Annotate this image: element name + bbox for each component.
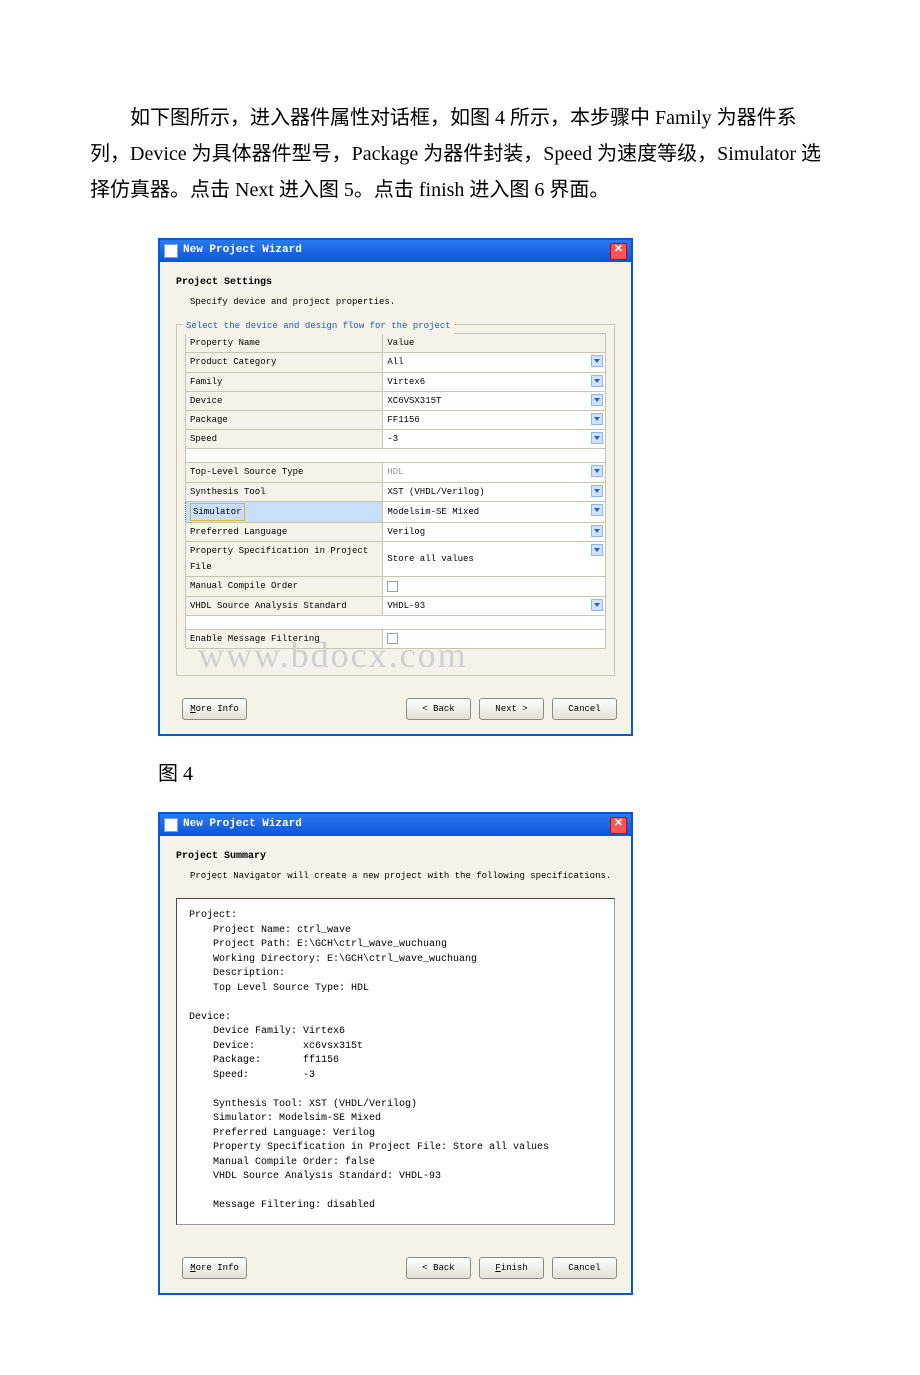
simulator-dropdown[interactable]: Modelsim-SE Mixed	[383, 501, 606, 522]
prop-label: Synthesis Tool	[186, 482, 383, 501]
back-button[interactable]: < Back	[406, 1257, 471, 1279]
page-subheading: Project Navigator will create a new proj…	[190, 868, 615, 884]
close-icon[interactable]: ✕	[610, 817, 627, 834]
prop-label: Simulator	[186, 501, 383, 522]
row-source-type: Top-Level Source TypeHDL	[186, 463, 606, 482]
prop-label: Product Category	[186, 353, 383, 372]
wizard-icon	[164, 818, 178, 832]
package-dropdown[interactable]: FF1156	[383, 410, 606, 429]
prop-label: Family	[186, 372, 383, 391]
finish-button[interactable]: Finish	[479, 1257, 544, 1279]
project-summary-dialog: New Project Wizard ✕ Project Summary Pro…	[158, 812, 633, 1295]
row-synthesis-tool: Synthesis ToolXST (VHDL/Verilog)	[186, 482, 606, 501]
prop-label: Package	[186, 410, 383, 429]
page-heading: Project Settings	[176, 274, 615, 292]
row-manual-compile: Manual Compile Order	[186, 577, 606, 596]
device-dropdown[interactable]: XC6VSX315T	[383, 391, 606, 410]
row-package: PackageFF1156	[186, 410, 606, 429]
summary-text: Project: Project Name: ctrl_wave Project…	[176, 898, 615, 1225]
page-heading: Project Summary	[176, 848, 615, 866]
col-property: Property Name	[186, 334, 383, 353]
prop-spec-dropdown[interactable]: Store all values	[383, 542, 606, 577]
figure-caption-4: 图 4	[158, 756, 830, 792]
close-icon[interactable]: ✕	[610, 243, 627, 260]
speed-dropdown[interactable]: -3	[383, 430, 606, 449]
project-settings-group: Select the device and design flow for th…	[176, 324, 615, 676]
titlebar: New Project Wizard ✕	[160, 240, 631, 262]
row-prop-spec: Property Specification in Project FileSt…	[186, 542, 606, 577]
vhdl-standard-dropdown[interactable]: VHDL-93	[383, 596, 606, 615]
row-family: FamilyVirtex6	[186, 372, 606, 391]
preferred-language-dropdown[interactable]: Verilog	[383, 522, 606, 541]
row-speed: Speed-3	[186, 430, 606, 449]
prop-label: Top-Level Source Type	[186, 463, 383, 482]
manual-compile-checkbox[interactable]	[383, 577, 606, 596]
more-info-button[interactable]: More Info	[182, 1257, 247, 1279]
prop-label: Preferred Language	[186, 522, 383, 541]
next-button[interactable]: Next >	[479, 698, 544, 720]
source-type-dropdown[interactable]: HDL	[383, 463, 606, 482]
col-value: Value	[383, 334, 606, 353]
prop-label: Device	[186, 391, 383, 410]
row-preferred-language: Preferred LanguageVerilog	[186, 522, 606, 541]
dialog-title: New Project Wizard	[183, 815, 610, 835]
back-button[interactable]: < Back	[406, 698, 471, 720]
synthesis-tool-dropdown[interactable]: XST (VHDL/Verilog)	[383, 482, 606, 501]
wizard-icon	[164, 244, 178, 258]
page-subheading: Specify device and project properties.	[190, 294, 615, 310]
prop-label: VHDL Source Analysis Standard	[186, 596, 383, 615]
group-legend: Select the device and design flow for th…	[183, 318, 454, 334]
row-simulator: SimulatorModelsim-SE Mixed	[186, 501, 606, 522]
prop-label: Speed	[186, 430, 383, 449]
prop-label: Property Specification in Project File	[186, 542, 383, 577]
project-settings-dialog: New Project Wizard ✕ Project Settings Sp…	[158, 238, 633, 736]
row-product-category: Product CategoryAll	[186, 353, 606, 372]
intro-paragraph: 如下图所示，进入器件属性对话框，如图 4 所示，本步骤中 Family 为器件系…	[90, 100, 830, 208]
cancel-button[interactable]: Cancel	[552, 698, 617, 720]
prop-label: Manual Compile Order	[186, 577, 383, 596]
cancel-button[interactable]: Cancel	[552, 1257, 617, 1279]
product-category-dropdown[interactable]: All	[383, 353, 606, 372]
row-device: DeviceXC6VSX315T	[186, 391, 606, 410]
watermark: www.bdocx.com	[198, 634, 468, 676]
dialog-title: New Project Wizard	[183, 241, 610, 261]
properties-table: Property NameValue Product CategoryAll F…	[185, 333, 606, 649]
more-info-button[interactable]: More Info	[182, 698, 247, 720]
family-dropdown[interactable]: Virtex6	[383, 372, 606, 391]
row-vhdl-standard: VHDL Source Analysis StandardVHDL-93	[186, 596, 606, 615]
titlebar: New Project Wizard ✕	[160, 814, 631, 836]
